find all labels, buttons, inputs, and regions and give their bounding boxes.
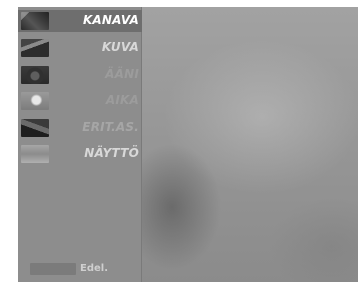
menu-item-aika[interactable]: AIKA: [18, 90, 142, 112]
menu-item-aani[interactable]: ÄÄNI: [18, 64, 142, 86]
time-thumbnail-icon: [21, 92, 49, 110]
main-menu-panel: KANAVA KUVA ÄÄNI AIKA ERIT.AS. NÄYTTÖ Ed…: [18, 7, 142, 282]
menu-item-label: ERIT.AS.: [82, 120, 139, 134]
menu-item-label: AIKA: [105, 93, 139, 107]
picture-thumbnail-icon: [21, 39, 49, 57]
previous-key-label: Edel.: [80, 263, 108, 274]
menu-item-label: KANAVA: [82, 13, 139, 27]
menu-item-label: ÄÄNI: [105, 67, 139, 81]
menu-item-naytto[interactable]: NÄYTTÖ: [18, 143, 142, 165]
menu-item-erit-as[interactable]: ERIT.AS.: [18, 117, 142, 139]
channel-thumbnail-icon: [21, 12, 49, 30]
menu-item-label: NÄYTTÖ: [84, 146, 139, 160]
tv-screen: KANAVA KUVA ÄÄNI AIKA ERIT.AS. NÄYTTÖ Ed…: [18, 7, 358, 282]
screen-thumbnail-icon: [21, 145, 49, 163]
menu-item-kuva[interactable]: KUVA: [18, 37, 142, 59]
sound-thumbnail-icon: [21, 66, 49, 84]
menu-item-kanava[interactable]: KANAVA: [18, 10, 142, 32]
special-settings-thumbnail-icon: [21, 119, 49, 137]
previous-color-key[interactable]: [30, 263, 76, 275]
video-backdrop: [142, 7, 358, 282]
menu-item-label: KUVA: [101, 40, 139, 54]
